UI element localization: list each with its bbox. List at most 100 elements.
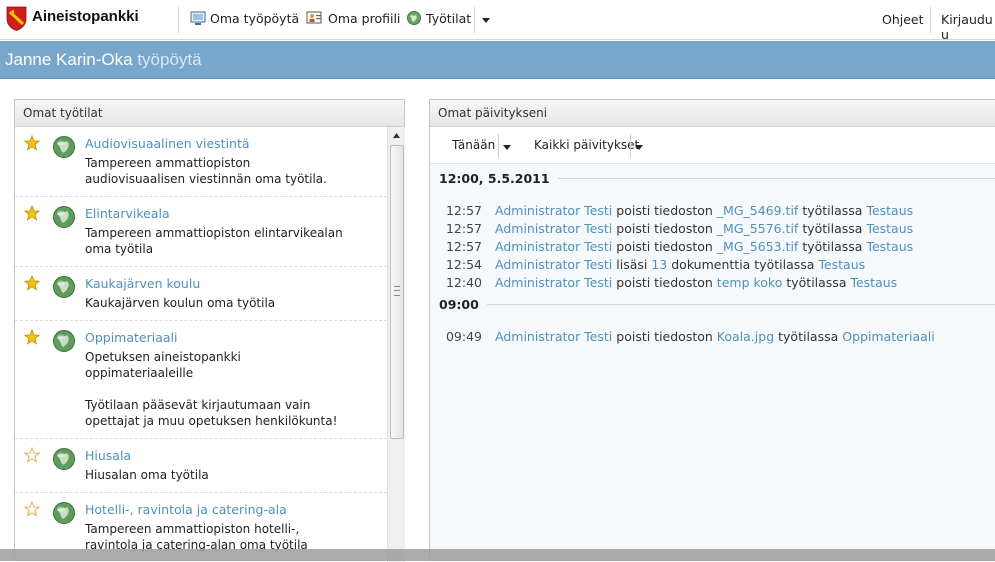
workspace-globe-icon [53,330,75,352]
update-workspace-link[interactable]: Testaus [866,239,913,254]
update-object-link[interactable]: _MG_5469.tif [717,203,799,218]
workspace-description: Kaukajärven koulun oma työtila [85,296,276,310]
workspace-globe-icon [53,276,75,298]
my-updates-panel: Omat päivitykseni Tänään Kaikki päivityk… [429,99,995,561]
update-action: lisäsi [616,257,648,272]
chevron-down-icon[interactable] [482,18,490,23]
filter-type-dropdown[interactable]: Kaikki päivitykset [534,138,639,152]
scrollbar-grip-icon [394,286,400,296]
update-time: 12:40 [445,275,482,290]
update-context: työtilassa [802,203,863,218]
nav-workspaces[interactable]: Työtilat [406,10,471,26]
workspace-description: Hiusalan oma työtila [85,468,209,482]
divider-line [557,178,995,179]
update-user-link[interactable]: Administrator Testi [495,275,612,290]
user-name: Janne Karin-Oka [5,50,133,69]
nav-my-desktop[interactable]: Oma työpöytä [190,10,299,26]
favorite-star-icon[interactable] [24,275,40,291]
nav-my-profile-label: Oma profiili [328,10,401,26]
update-group-time: 12:00, 5.5.2011 [439,171,550,186]
update-group-header: 12:00, 5.5.2011 [439,171,995,186]
favorite-star-icon[interactable] [24,329,40,345]
update-user-link[interactable]: Administrator Testi [495,221,612,236]
workspace-list: Audiovisuaalinen viestintä Tampereen amma… [15,127,387,562]
scroll-up-arrow-icon[interactable] [388,127,405,144]
page-title-suffix: työpöytä [137,50,202,69]
workspace-title[interactable]: Hiusala [85,448,387,463]
update-object-link[interactable]: Koala.jpg [717,329,774,344]
workspace-title[interactable]: Kaukajärven koulu [85,276,387,291]
update-user-link[interactable]: Administrator Testi [495,257,612,272]
update-workspace-link[interactable]: Testaus [866,203,913,218]
update-user-link[interactable]: Administrator Testi [495,203,612,218]
update-group-time: 09:00 [439,297,479,312]
update-workspace-link[interactable]: Testaus [818,257,865,272]
globe-icon [407,11,421,25]
update-user-link[interactable]: Administrator Testi [495,239,612,254]
divider-line [486,304,995,305]
workspace-list-scrollbar[interactable] [387,127,405,562]
update-row: 12:57 Administrator Testi poisti tiedosto… [430,239,995,254]
chevron-down-icon[interactable] [503,145,511,150]
update-action: poisti tiedoston [616,239,713,254]
nav-divider [474,7,475,33]
filter-divider [498,134,499,158]
workspace-item[interactable]: Hiusala Hiusalan oma työtila [15,439,387,493]
update-object-link[interactable]: _MG_5576.tif [717,221,799,236]
update-row: 12:54 Administrator Testi lisäsi 13 dokum… [430,257,995,272]
workspace-description: Tampereen ammattiopiston elintarvikealan… [85,226,343,256]
update-user-link[interactable]: Administrator Testi [495,329,612,344]
update-context: työtilassa [786,275,847,290]
chevron-down-icon[interactable] [635,145,643,150]
nav-my-desktop-label: Oma työpöytä [210,10,300,26]
update-workspace-link[interactable]: Oppimateriaali [842,329,935,344]
help-link[interactable]: Ohjeet [882,12,924,27]
favorite-star-icon[interactable] [24,501,40,517]
nav-my-profile[interactable]: Oma profiili [306,10,400,26]
page-title: Janne Karin-Oka työpöytä [5,50,202,70]
workspace-item[interactable]: Audiovisuaalinen viestintä Tampereen amma… [15,127,387,197]
workspace-item[interactable]: Elintarvikeala Tampereen ammattiopiston e… [15,197,387,267]
workspace-title[interactable]: Audiovisuaalinen viestintä [85,136,387,151]
scrollbar-thumb[interactable] [390,145,404,439]
update-context: työtilassa [802,239,863,254]
update-action: poisti tiedoston [616,221,713,236]
workspace-globe-icon [53,136,75,158]
filter-divider [630,134,631,158]
update-time: 12:57 [445,239,482,254]
brand-name[interactable]: Aineistopankki [32,8,139,25]
update-object-link[interactable]: _MG_5653.tif [717,239,799,254]
update-workspace-link[interactable]: Testaus [866,221,913,236]
bottom-overlay-strip [0,549,995,561]
update-context: työtilassa [802,221,863,236]
update-object-link[interactable]: temp koko [717,275,783,290]
update-row: 09:49 Administrator Testi poisti tiedosto… [430,329,995,344]
workspace-item[interactable]: Kaukajärven koulu Kaukajärven koulun oma … [15,267,387,321]
update-group-header: 09:00 [439,297,995,312]
favorite-star-icon[interactable] [24,135,40,151]
favorite-star-icon[interactable] [24,205,40,221]
workspace-title[interactable]: Oppimateriaali [85,330,387,345]
update-row: 12:40 Administrator Testi poisti tiedosto… [430,275,995,290]
favorite-star-icon[interactable] [24,447,40,463]
profile-icon [306,11,322,24]
my-workspaces-heading: Omat työtilat [15,100,404,127]
top-bar: Aineistopankki Oma työpöytä Oma profiili… [0,0,995,42]
workspace-item[interactable]: Oppimateriaali Opetuksen aineistopankki o… [15,321,387,439]
update-context: työtilassa [778,329,839,344]
update-time: 12:57 [445,203,482,218]
workspace-globe-icon [53,502,75,524]
nav-divider [930,7,931,33]
logout-link[interactable]: Kirjaudu u [941,12,995,42]
workspace-title[interactable]: Elintarvikeala [85,206,387,221]
workspace-title[interactable]: Hotelli-, ravintola ja catering-ala [85,502,387,517]
filter-time-dropdown[interactable]: Tänään [452,138,495,152]
update-action: poisti tiedoston [616,275,713,290]
update-time: 12:57 [445,221,482,236]
update-time: 09:49 [445,329,482,344]
workspace-description: Tampereen ammattiopiston audiovisuaalise… [85,156,327,186]
workspace-description: Opetuksen aineistopankki oppimateriaalei… [85,350,338,428]
update-context: dokumenttia työtilassa [671,257,815,272]
update-object-link[interactable]: 13 [651,257,667,272]
update-workspace-link[interactable]: Testaus [850,275,897,290]
